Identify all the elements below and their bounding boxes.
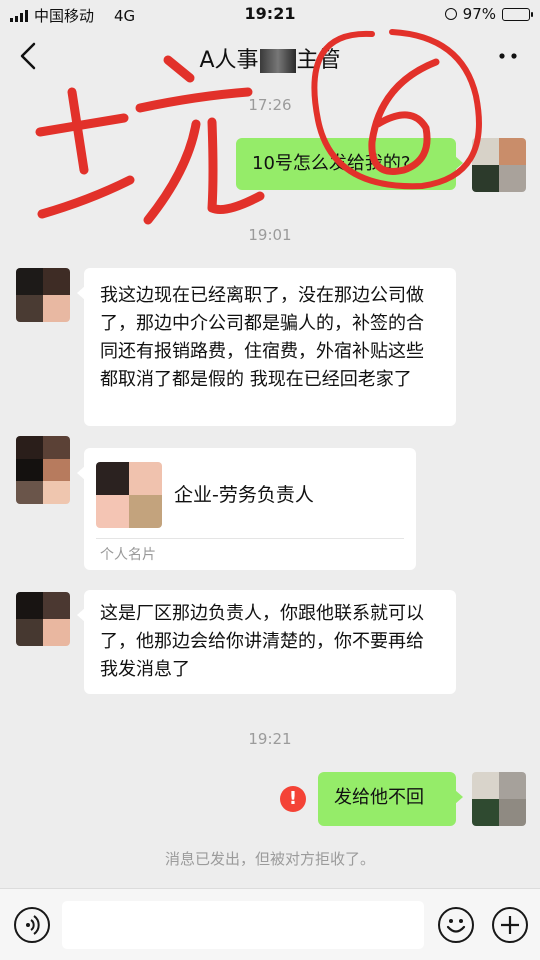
timestamp: 19:01 [248,226,292,244]
contact-avatar[interactable] [16,436,70,504]
self-avatar[interactable] [472,772,526,826]
chat-title-suffix: 主管 [296,48,341,73]
rejected-notice: 消息已发出，但被对方拒收了。 [164,850,375,868]
voice-icon [26,915,40,935]
message-text: 这是厂区那边负责人，你跟他联系就可以了，他那边会给你讲清楚的，你不要再给我发消息… [100,603,424,680]
voice-button[interactable] [14,907,50,943]
plus-icon [501,916,519,934]
message-text: 发给他不回 [334,787,424,808]
plus-button[interactable] [492,907,528,943]
self-avatar[interactable] [472,138,526,192]
message-input[interactable] [62,901,424,949]
status-bar: 中国移动 4G 19:21 97% [0,0,540,28]
more-button[interactable] [492,42,524,70]
battery-icon [502,7,533,21]
rotation-lock-icon [444,8,457,20]
contact-card[interactable]: 企业-劳务负责人 个人名片 [77,448,416,570]
chat-title: A人事 主管 [0,42,540,74]
chat-title-prefix: A人事 [199,48,259,73]
message-text: 10号怎么发给我的? [252,153,411,174]
contact-avatar[interactable] [16,592,70,646]
send-failed-icon[interactable]: ! [280,786,306,812]
message-text: 我这边现在已经离职了，没在那边公司做了，那边中介公司都是骗人的，补签的合同还有报… [100,285,424,390]
emoji-icon [446,919,466,933]
battery-percent: 97% [462,5,496,23]
emoji-button[interactable] [438,907,474,943]
redacted-name [259,49,296,73]
outgoing-message[interactable]: 发给他不回 [318,772,463,826]
outgoing-message[interactable]: 10号怎么发给我的? [236,138,463,190]
nav-bar: A人事 主管 [0,28,540,84]
incoming-message[interactable]: 我这边现在已经离职了，没在那边公司做了，那边中介公司都是骗人的，补签的合同还有报… [77,268,456,426]
timestamp: 19:21 [248,730,292,748]
card-contact-name: 企业-劳务负责人 [174,484,314,506]
timestamp: 17:26 [248,96,292,114]
more-dots-icon [499,53,517,59]
card-divider [96,538,404,539]
card-type-label: 个人名片 [100,547,156,563]
incoming-message[interactable]: 这是厂区那边负责人，你跟他联系就可以了，他那边会给你讲清楚的，你不要再给我发消息… [77,590,456,694]
contact-avatar[interactable] [16,268,70,322]
card-avatar [96,462,162,528]
input-bar [0,888,540,960]
status-right: 97% [444,5,533,23]
